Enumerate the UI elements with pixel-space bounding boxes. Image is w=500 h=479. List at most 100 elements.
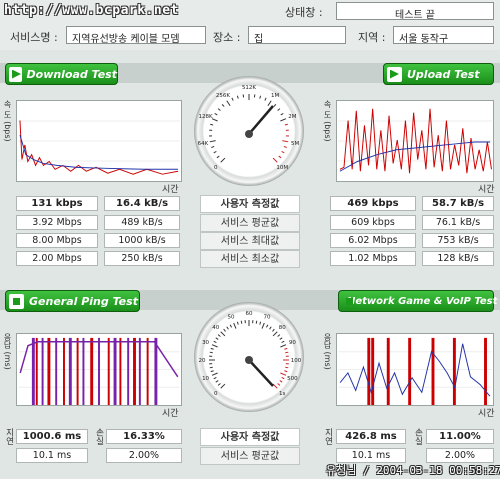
ping-bar bbox=[154, 337, 158, 405]
gauge-tick bbox=[285, 366, 289, 369]
gauge-tick bbox=[266, 324, 269, 328]
general-ping-test-button[interactable]: General Ping Test bbox=[5, 290, 140, 312]
ping-average-loss: 2.00% bbox=[106, 448, 182, 463]
gauge-tick bbox=[221, 104, 225, 107]
gauge-tick-label: 256K bbox=[216, 93, 230, 99]
game-ylabel: 응답 (ms) bbox=[323, 333, 332, 370]
ping-gauge-dial: 0 10 20 30 40 50 60 70 80 90 100 500 1s bbox=[199, 311, 302, 397]
speed-gauge-dial: 0 64K 128K 256K 512K 1M 2M 5M 10M bbox=[198, 85, 300, 171]
gauge-tick-label: 40 bbox=[212, 325, 219, 331]
gauge-tick bbox=[211, 372, 218, 376]
gauge-tick-label: 10M bbox=[276, 165, 288, 171]
ping-gauge: 0 10 20 30 40 50 60 70 80 90 100 500 1s bbox=[194, 302, 304, 412]
ping-gauge-needle bbox=[248, 359, 274, 387]
gauge-tick-label: 512K bbox=[242, 85, 256, 91]
download-ylabel: 속 도 (bps) bbox=[3, 100, 12, 142]
gauge-tick-label: 100 bbox=[291, 358, 302, 364]
gauge-tick bbox=[231, 97, 234, 101]
upload-current-bps: 469 kbps bbox=[330, 196, 416, 211]
gauge-tick bbox=[259, 95, 262, 99]
gauge-tick bbox=[214, 113, 218, 116]
gauge-tick bbox=[285, 351, 289, 354]
watermark: http://www.bcpark.net bbox=[4, 3, 179, 18]
gauge-tick-label: 60 bbox=[246, 311, 253, 317]
gauge-tick-label: 80 bbox=[279, 325, 286, 331]
service-field[interactable]: 지역유선방송 케이블 모뎀 bbox=[66, 26, 206, 44]
gauge-tick bbox=[213, 151, 217, 154]
gauge-tick-label: 10 bbox=[202, 376, 209, 382]
gauge-tick bbox=[217, 108, 221, 111]
gauge-tick-label: 2M bbox=[288, 114, 296, 120]
ping-bar bbox=[107, 337, 110, 405]
speed-min-label: 서비스 최소값 bbox=[200, 250, 300, 268]
network-game-voip-test-button[interactable]: Network Game & VoIP Test bbox=[338, 290, 497, 312]
game-current-loss: 11.00% bbox=[426, 429, 494, 444]
game-graph bbox=[336, 333, 494, 406]
gauge-tick bbox=[213, 340, 217, 343]
gauge-tick-label: 1M bbox=[271, 93, 279, 99]
gauge-tick-label: 128K bbox=[199, 114, 213, 120]
ping-bar bbox=[90, 337, 94, 405]
gauge-tick-label: 500 bbox=[287, 376, 298, 382]
gauge-tick bbox=[217, 383, 221, 386]
ping-average-delay: 10.1 ms bbox=[16, 448, 88, 463]
gauge-tick bbox=[236, 95, 239, 99]
gauge-tick bbox=[281, 340, 285, 343]
gauge-tick bbox=[284, 347, 288, 350]
ping-bar bbox=[76, 337, 79, 405]
download-xlabel: 시간 bbox=[162, 185, 179, 195]
ping-bar bbox=[31, 337, 35, 405]
ping-xlabel: 시간 bbox=[162, 409, 179, 419]
gauge-tick bbox=[223, 328, 226, 332]
download-max-bytes: 1000 kB/s bbox=[104, 233, 180, 248]
speed-gauge: 0 64K 128K 256K 512K 1M 2M 5M 10M bbox=[194, 76, 304, 186]
upload-average-bps: 609 kbps bbox=[330, 215, 416, 230]
game-delay-side-label: 지연 bbox=[323, 428, 333, 445]
play-icon bbox=[9, 66, 22, 82]
download-current-bytes: 16.4 kB/s bbox=[104, 196, 180, 211]
ping-gauge-hub bbox=[245, 356, 253, 364]
ping-bar bbox=[82, 337, 85, 405]
ping-bar bbox=[35, 337, 38, 405]
ping-graph bbox=[16, 333, 182, 406]
upload-max-bps: 6.02 Mbps bbox=[330, 233, 416, 248]
upload-max-bytes: 753 kB/s bbox=[422, 233, 494, 248]
gauge-tick bbox=[210, 123, 214, 126]
gauge-tick bbox=[211, 118, 218, 122]
gauge-tick-label: 0 bbox=[214, 165, 218, 171]
game-loss-side-label: 손실 bbox=[413, 428, 423, 445]
gauge-tick bbox=[280, 113, 284, 116]
play-icon bbox=[387, 66, 402, 82]
gauge-tick bbox=[209, 366, 213, 369]
upload-min-bytes: 128 kB/s bbox=[422, 251, 494, 266]
game-average-loss: 2.00% bbox=[426, 448, 494, 463]
gauge-tick-label: 5M bbox=[291, 141, 299, 147]
status-field: 테스트 끝 bbox=[336, 2, 494, 20]
ping-bar bbox=[68, 337, 72, 405]
gauge-tick bbox=[211, 145, 215, 148]
gauge-tick-label: 0 bbox=[214, 391, 218, 397]
gauge-tick bbox=[226, 326, 229, 330]
gauge-tick bbox=[272, 383, 278, 389]
upload-test-button[interactable]: Upload Test bbox=[383, 63, 494, 85]
gauge-tick bbox=[255, 320, 258, 324]
game-bar bbox=[431, 337, 435, 405]
timestamp-overlay: 유청님 / 2004-03-18 00:58:27 bbox=[326, 464, 500, 477]
game-bar bbox=[367, 337, 371, 405]
gauge-tick bbox=[277, 383, 281, 386]
place-field[interactable]: 집 bbox=[248, 26, 346, 44]
download-test-button[interactable]: Download Test bbox=[5, 63, 118, 85]
gauge-tick bbox=[220, 383, 226, 389]
gauge-tick bbox=[272, 328, 275, 332]
gauge-tick bbox=[284, 123, 288, 126]
gauge-tick bbox=[278, 155, 282, 159]
gauge-tick bbox=[233, 322, 237, 329]
gauge-tick bbox=[210, 347, 214, 350]
gauge-tick bbox=[215, 380, 219, 383]
ping-bar bbox=[41, 337, 44, 405]
ping-bar bbox=[119, 337, 122, 405]
game-bar bbox=[408, 337, 412, 405]
region-field[interactable]: 서울 동작구 bbox=[393, 26, 494, 44]
gauge-tick bbox=[209, 351, 213, 354]
ping-bar bbox=[47, 337, 51, 405]
